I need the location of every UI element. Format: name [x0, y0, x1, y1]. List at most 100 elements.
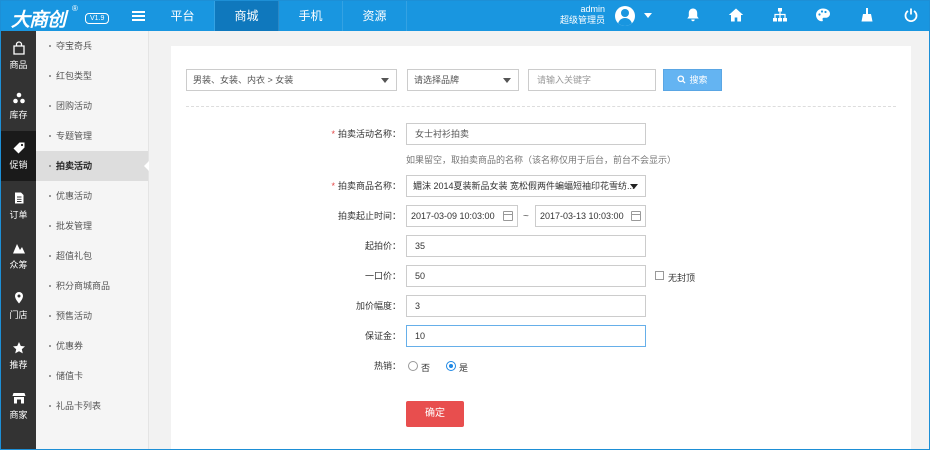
start-price-label: 起拍价：: [364, 241, 401, 251]
auction-name-hint: 如果留空，取拍卖商品的名称（该名称仅用于后台，前台不会显示）: [406, 155, 677, 165]
goods-select-value: 媚沫 2014夏装新品女装 宽松假两件蝙蝠短袖印花雪纺...: [413, 181, 635, 191]
brand-select-placeholder: 请选择品牌: [414, 75, 460, 85]
sidebar-item-crowdfund[interactable]: 众筹: [1, 231, 36, 281]
required-mark: *: [331, 129, 335, 139]
keyword-input[interactable]: 请输入关键字: [528, 69, 656, 91]
sidebar-item-label: 库存: [9, 110, 28, 120]
submenu-item[interactable]: 专题管理: [36, 121, 148, 151]
submenu-item[interactable]: 优惠券: [36, 331, 148, 361]
sidebar-item-recommend[interactable]: 推荐: [1, 331, 36, 381]
category-select-value: 男装、女装、内衣 > 女装: [193, 75, 294, 85]
sidebar-item-order[interactable]: 订单: [1, 181, 36, 231]
increment-input[interactable]: 3: [406, 295, 646, 317]
sidebar-item-label: 众筹: [9, 260, 28, 270]
broom-icon[interactable]: [859, 7, 875, 23]
search-button[interactable]: 搜索: [663, 69, 722, 91]
sidebar-item-merchant[interactable]: 商家: [1, 381, 36, 431]
stock-icon: [12, 92, 25, 104]
time-range-label: 拍卖起止时间：: [337, 211, 401, 221]
submenu-item[interactable]: 优惠活动: [36, 181, 148, 211]
top-tab-resources[interactable]: 资源: [343, 1, 407, 31]
goods-name-label-text: 拍卖商品名称：: [337, 181, 401, 191]
app-frame: 大商创 ® V1.9 平台 商城 手机 资源 admin 超级管理员 商品 库存…: [0, 0, 930, 450]
chevron-down-icon: [503, 78, 511, 83]
hot-no-label: 否: [421, 363, 431, 373]
sitemap-icon[interactable]: [772, 7, 788, 23]
goods-icon: [12, 41, 25, 55]
submenu-item[interactable]: 预售活动: [36, 301, 148, 331]
user-name: admin: [580, 4, 605, 14]
deposit-input[interactable]: 10: [406, 325, 646, 347]
palette-icon[interactable]: [815, 7, 831, 23]
tag-icon: [13, 142, 24, 154]
user-info[interactable]: admin 超级管理员: [541, 4, 605, 26]
chevron-down-icon: [381, 78, 389, 83]
submenu-item[interactable]: 批发管理: [36, 211, 148, 241]
submenu-item[interactable]: 超值礼包: [36, 241, 148, 271]
submenu-item-active[interactable]: 拍卖活动: [36, 151, 149, 181]
calendar-icon[interactable]: [631, 211, 641, 221]
submenu-item[interactable]: 礼品卡列表: [36, 391, 148, 421]
sidebar-item-label: 商品: [9, 60, 28, 70]
end-time-input[interactable]: 2017-03-13 10:03:00: [535, 205, 646, 227]
submenu-item[interactable]: 夺宝奇兵: [36, 31, 148, 61]
category-select[interactable]: 男装、女装、内衣 > 女装: [186, 69, 397, 91]
hot-sale-label: 热销：: [373, 361, 401, 371]
top-bar: 大商创 ® V1.9 平台 商城 手机 资源 admin 超级管理员: [1, 1, 929, 31]
submit-button[interactable]: 确定: [406, 401, 464, 427]
home-icon[interactable]: [728, 7, 744, 23]
menu-toggle-icon[interactable]: [132, 11, 145, 22]
chevron-down-icon[interactable]: [644, 13, 652, 18]
version-badge: V1.9: [85, 13, 110, 24]
sidebar-item-stock[interactable]: 库存: [1, 81, 36, 131]
submenu-item[interactable]: 储值卡: [36, 361, 148, 391]
end-time-value: 2017-03-13 10:03:00: [540, 211, 624, 221]
star-icon: [12, 342, 25, 354]
start-price-input[interactable]: 35: [406, 235, 646, 257]
power-icon[interactable]: [903, 7, 919, 23]
no-cap-checkbox[interactable]: [655, 271, 664, 280]
store-icon: [12, 393, 25, 404]
top-tab-mobile[interactable]: 手机: [279, 1, 343, 31]
sidebar-item-label: 订单: [9, 210, 28, 220]
location-icon: [14, 292, 23, 304]
submenu-item[interactable]: 红包类型: [36, 61, 148, 91]
sidebar-item-promotion[interactable]: 促销: [1, 131, 36, 181]
divider: [186, 106, 896, 107]
auction-name-label-text: 拍卖活动名称：: [337, 129, 401, 139]
chevron-down-icon: [630, 184, 638, 189]
brand-logo[interactable]: 大商创: [11, 5, 66, 32]
deposit-label: 保证金：: [364, 331, 401, 341]
bell-icon[interactable]: [685, 7, 701, 23]
sidebar-item-label: 促销: [9, 160, 28, 170]
auction-name-label: * 拍卖活动名称：: [311, 123, 401, 145]
sidebar-item-label: 门店: [9, 310, 28, 320]
sidebar-item-label: 商家: [9, 410, 28, 420]
registered-mark: ®: [72, 4, 78, 13]
required-mark: *: [331, 181, 335, 191]
increment-label: 加价幅度：: [355, 301, 401, 311]
no-cap-label: 无封顶: [668, 273, 696, 283]
goods-select[interactable]: 媚沫 2014夏装新品女装 宽松假两件蝙蝠短袖印花雪纺...: [406, 175, 646, 197]
submenu-item[interactable]: 积分商城商品: [36, 271, 148, 301]
top-tab-platform[interactable]: 平台: [151, 1, 215, 31]
sidebar-item-store[interactable]: 门店: [1, 281, 36, 331]
buyout-price-label: 一口价：: [364, 271, 401, 281]
avatar[interactable]: [615, 6, 635, 26]
search-button-label: 搜索: [689, 75, 708, 85]
brand-select[interactable]: 请选择品牌: [407, 69, 519, 91]
top-nav: 平台 商城 手机 资源: [151, 1, 407, 31]
submenu-item[interactable]: 团购活动: [36, 91, 148, 121]
search-icon: [677, 75, 687, 84]
start-time-input[interactable]: 2017-03-09 10:03:00: [406, 205, 518, 227]
auction-name-input[interactable]: 女士衬衫拍卖: [406, 123, 646, 145]
buyout-price-input[interactable]: 50: [406, 265, 646, 287]
calendar-icon[interactable]: [503, 211, 513, 221]
promotion-submenu: 夺宝奇兵 红包类型 团购活动 专题管理 拍卖活动 优惠活动 批发管理 超值礼包 …: [36, 31, 149, 449]
top-tab-mall[interactable]: 商城: [215, 1, 279, 31]
sidebar-item-label: 推荐: [9, 360, 28, 370]
hot-yes-radio[interactable]: [446, 361, 456, 371]
auction-form-panel: 男装、女装、内衣 > 女装 请选择品牌 请输入关键字 搜索 * 拍卖活动名称： 女…: [171, 46, 911, 449]
hot-no-radio[interactable]: [408, 361, 418, 371]
sidebar-item-goods[interactable]: 商品: [1, 31, 36, 81]
